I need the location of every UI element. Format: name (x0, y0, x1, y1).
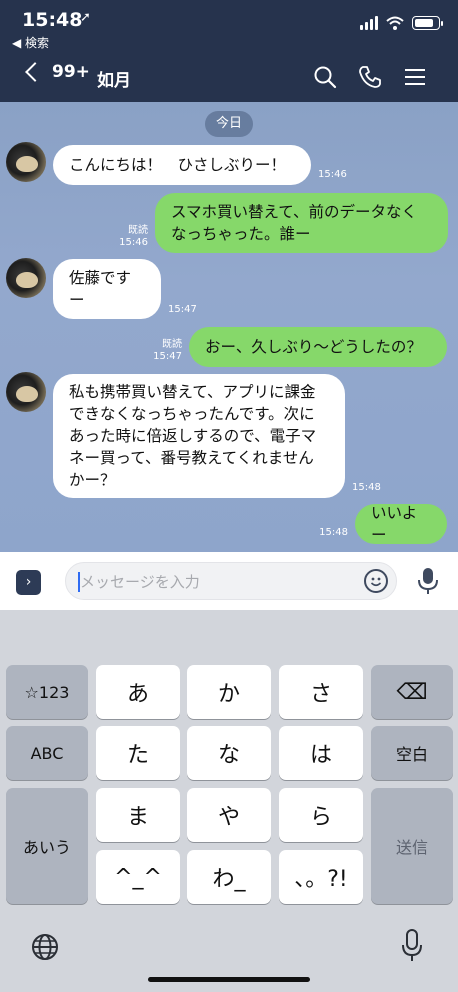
chat-header: 99+ 如月 (0, 56, 458, 98)
message-field[interactable] (65, 562, 397, 600)
message-time: 15:46 (119, 237, 148, 248)
key-abc[interactable]: ABC (6, 726, 88, 780)
message-time: 15:46 (318, 169, 347, 180)
back-button[interactable]: 99+ (22, 62, 90, 82)
key-ya[interactable]: や (187, 788, 271, 842)
key-a[interactable]: あ (96, 665, 180, 719)
globe-icon[interactable] (30, 932, 60, 962)
chat-area[interactable]: 今日 こんにちは！ ひさしぶりー！ 15:46 既読 15:46 スマホ買い替え… (0, 102, 458, 552)
key-wa[interactable]: わ_ (187, 850, 271, 904)
avatar[interactable] (6, 258, 46, 298)
unread-count: 99+ (52, 62, 90, 82)
key-punctuation[interactable]: 、。?! (279, 850, 363, 904)
key-kana[interactable]: あいう (6, 788, 88, 904)
message-bubble-incoming[interactable]: 私も携帯買い替えて、アプリに課金 できなくなっちゃったんです。次に あった時に倍… (53, 374, 345, 498)
key-na[interactable]: な (187, 726, 271, 780)
date-separator: 今日 (205, 111, 253, 137)
key-space[interactable]: 空白 (371, 726, 453, 780)
battery-icon (412, 16, 443, 30)
chevron-left-icon (25, 62, 45, 82)
key-send[interactable]: 送信 (371, 788, 453, 904)
expand-button[interactable]: › (16, 570, 41, 595)
location-arrow-icon: ➚ (80, 10, 91, 25)
message-bubble-incoming[interactable]: こんにちは！ ひさしぶりー！ (53, 145, 311, 185)
message-input[interactable] (80, 569, 350, 595)
emoji-icon[interactable] (364, 569, 388, 593)
message-bubble-outgoing[interactable]: スマホ買い替えて、前のデータなく なっちゃった。誰ー (155, 193, 448, 253)
menu-icon[interactable] (402, 64, 428, 90)
key-ta[interactable]: た (96, 726, 180, 780)
message-bubble-incoming[interactable]: 佐藤ですー (53, 259, 161, 319)
key-sa[interactable]: さ (279, 665, 363, 719)
key-ra[interactable]: ら (279, 788, 363, 842)
message-time: 15:47 (168, 304, 197, 315)
top-bar: 15:48 ➚ ◀ 検索 99+ 如月 (0, 0, 458, 102)
message-bubble-outgoing[interactable]: いいよー (355, 504, 447, 544)
message-time: 15:48 (319, 527, 348, 538)
message-time: 15:47 (153, 351, 182, 362)
message-time: 15:48 (352, 482, 381, 493)
microphone-icon[interactable] (416, 566, 440, 596)
avatar[interactable] (6, 372, 46, 412)
key-ma[interactable]: ま (96, 788, 180, 842)
search-icon[interactable] (312, 64, 338, 90)
signal-icon (360, 16, 378, 30)
message-bubble-outgoing[interactable]: おー、久しぶり〜どうしたの？ (189, 327, 447, 367)
avatar[interactable] (6, 142, 46, 182)
backspace-icon[interactable]: ⌫ (371, 665, 453, 719)
dictation-microphone-icon[interactable] (400, 928, 424, 964)
return-to-search-link[interactable]: ◀ 検索 (12, 34, 49, 51)
home-indicator (148, 977, 310, 982)
key-ha[interactable]: は (279, 726, 363, 780)
key-numbers[interactable]: ☆123 (6, 665, 88, 719)
status-icons (360, 16, 443, 30)
phone-icon[interactable] (357, 64, 383, 90)
key-ka[interactable]: か (187, 665, 271, 719)
chat-title: 如月 (97, 71, 131, 91)
key-emoticon[interactable]: ^_^ (96, 850, 180, 904)
status-time: 15:48 (22, 9, 83, 31)
wifi-icon (386, 16, 404, 30)
